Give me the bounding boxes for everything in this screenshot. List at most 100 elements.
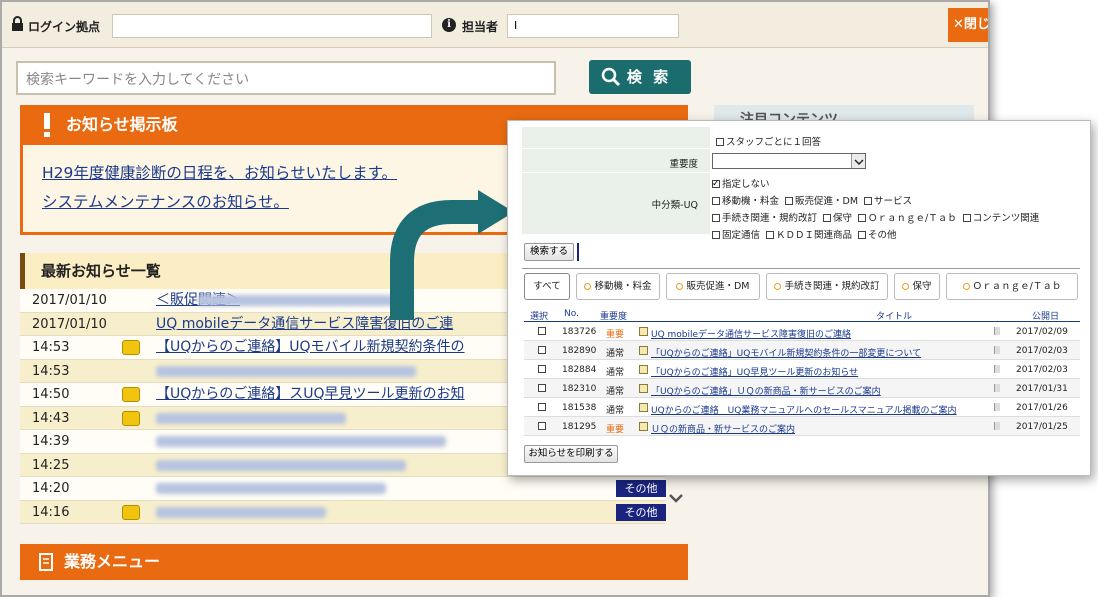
col-title[interactable]: タイトル	[876, 309, 912, 322]
category-checkbox[interactable]: 固定通信	[712, 230, 760, 241]
row-date: 2017/01/25	[1016, 422, 1068, 432]
tab-5[interactable]: Ｏｒａｎｇｅ/Ｔａｂ	[946, 273, 1078, 300]
table-row: 182890 通常 「UQからのご連絡」UQモバイル新規契約条件の一部変更について 2…	[524, 341, 1080, 360]
row-checkbox[interactable]	[538, 327, 546, 335]
search-button[interactable]: 検 索	[589, 60, 691, 94]
tab-3[interactable]: 手続き関連・規約改訂	[766, 273, 888, 300]
staff-option-row: スタッフごとに１回答	[522, 127, 1080, 149]
category-tag: その他	[616, 480, 666, 497]
document-icon	[639, 365, 648, 374]
category-checkbox[interactable]: 手続き関連・規約改訂	[712, 213, 817, 224]
row-date: 2017/02/03	[1016, 365, 1068, 375]
blurred-title	[156, 483, 386, 494]
table-row: 181538 通常 UQからのご連絡 UQ業務マニュアルへのセールスマニュアル掲載の…	[524, 398, 1080, 417]
flag-icon	[994, 365, 1000, 373]
category-checkbox[interactable]: 移動機・料金	[712, 196, 779, 207]
news-row[interactable]: 14:20 その他	[20, 477, 666, 501]
news-title[interactable]: 【UQからのご連絡】UQモバイル新規契約条件の	[156, 336, 465, 360]
tab-0[interactable]: すべて	[524, 273, 570, 300]
blurred-title	[198, 295, 398, 306]
category-checkbox[interactable]: その他	[858, 230, 897, 241]
tab-4[interactable]: 保守	[894, 273, 940, 300]
importance-select[interactable]	[712, 153, 866, 169]
login-bar: ログイン拠点 i 担当者 I ✕閉じ	[2, 2, 988, 48]
row-no: 182310	[562, 384, 597, 394]
search-icon	[601, 67, 621, 87]
news-time: 14:39	[32, 434, 70, 449]
news-time: 2017/01/10	[32, 316, 107, 332]
news-row[interactable]: 14:16 その他	[20, 500, 666, 524]
row-checkbox[interactable]	[538, 365, 546, 373]
login-label: ログイン拠点	[28, 20, 101, 34]
row-checkbox[interactable]	[538, 403, 546, 411]
category-checkbox[interactable]: 保守	[823, 213, 852, 224]
row-importance: 重要	[606, 425, 625, 435]
login-field[interactable]	[112, 14, 432, 38]
tab-1[interactable]: 移動機・料金	[576, 273, 660, 300]
col-date[interactable]: 公開日	[1032, 309, 1059, 322]
row-title-link[interactable]: UQからのご連絡 UQ業務マニュアルへのセールスマニュアル掲載のご案内	[651, 403, 957, 416]
close-button[interactable]: ✕閉じ	[948, 8, 988, 42]
importance-row: 重要度	[522, 149, 1080, 173]
news-time: 14:16	[32, 504, 70, 520]
row-title-link[interactable]: UQ mobileデータ通信サービス障害復旧のご連絡	[651, 327, 851, 340]
exclamation-icon	[44, 113, 50, 137]
info-icon: i	[442, 18, 456, 32]
category-checkbox[interactable]: ＫＤＤＩ関連商品	[766, 230, 852, 241]
mail-badge-icon	[122, 410, 140, 426]
blurred-title	[156, 506, 326, 518]
row-title-link[interactable]: 「UQからのご連絡」ＵＱの新商品・新サービスのご案内	[651, 384, 881, 397]
row-checkbox[interactable]	[538, 422, 546, 430]
category-checkbox[interactable]: コンテンツ関連	[962, 213, 1039, 224]
blurred-title	[156, 365, 416, 377]
row-no: 182884	[562, 365, 597, 375]
row-importance: 重要	[606, 330, 625, 340]
category-tabs: すべて 移動機・料金 販売促進・DM 手続き関連・規約改訂 保守 Ｏｒａｎｇｅ/Ｔａｂ	[524, 273, 1080, 301]
divider	[522, 268, 1080, 269]
search-input[interactable]: 検索キーワードを入力してください	[16, 61, 556, 95]
tab-2[interactable]: 販売促進・DM	[666, 273, 760, 300]
category-checkbox[interactable]: 指定しない	[712, 177, 770, 191]
chevron-down-icon[interactable]	[666, 488, 686, 508]
table-header: 選択 No. 重要度 タイトル 公開日	[524, 307, 1080, 322]
news-time: 14:53	[32, 340, 70, 355]
col-select[interactable]: 選択	[530, 309, 548, 322]
table-row: 181295 重要 ＵＱの新商品・新サービスのご案内 2017/01/25	[524, 417, 1080, 436]
category-checkbox[interactable]: 販売促進・DM	[785, 196, 858, 207]
circle-icon	[584, 283, 592, 290]
flag-icon	[994, 327, 1000, 335]
staff-option-checkbox[interactable]: スタッフごとに１回答	[716, 137, 821, 148]
importance-label: 重要度	[669, 159, 698, 170]
blurred-title	[156, 459, 406, 471]
notice-search-dialog: スタッフごとに１回答 重要度 中分類-UQ 指定しない移動機・料金販売促進・DM…	[507, 120, 1091, 476]
row-date: 2017/02/03	[1016, 346, 1068, 356]
news-time: 14:53	[32, 363, 70, 379]
news-title[interactable]: 【UQからのご連絡】スUQ早見ツール更新のお知	[156, 383, 465, 407]
print-button[interactable]: お知らせを印刷する	[524, 445, 618, 463]
lock-icon	[12, 16, 23, 31]
category-row: 中分類-UQ 指定しない移動機・料金販売促進・DM サービス手続き関連・規約改訂保…	[522, 173, 1080, 241]
dialog-search-button[interactable]: 検索する	[524, 243, 574, 261]
category-checkbox[interactable]: サービス	[864, 196, 912, 207]
row-checkbox[interactable]	[538, 346, 546, 354]
news-time: 14:43	[32, 410, 70, 426]
document-icon	[639, 327, 648, 336]
category-checkbox[interactable]: Ｏｒａｎｇｅ/Ｔａｂ	[858, 213, 957, 224]
row-checkbox[interactable]	[538, 384, 546, 392]
row-importance: 通常	[606, 349, 625, 359]
news-time: 14:20	[32, 481, 70, 496]
category-options: 指定しない移動機・料金販売促進・DM サービス手続き関連・規約改訂保守 Ｏｒａｎｇｅ…	[710, 173, 1080, 241]
person-field[interactable]: I	[507, 14, 679, 38]
flag-icon	[994, 422, 1000, 430]
row-title-link[interactable]: 「UQからのご連絡」UQ早見ツール更新のお知らせ	[651, 365, 858, 378]
row-title-link[interactable]: ＵＱの新商品・新サービスのご案内	[651, 422, 795, 435]
row-date: 2017/01/26	[1016, 403, 1068, 413]
mail-badge-icon	[122, 504, 140, 520]
document-icon	[639, 384, 648, 393]
col-no[interactable]: No.	[564, 309, 579, 319]
circle-icon	[962, 283, 970, 290]
col-importance[interactable]: 重要度	[600, 309, 627, 322]
circle-icon	[774, 283, 782, 290]
category-label: 中分類-UQ	[651, 200, 698, 211]
row-title-link[interactable]: 「UQからのご連絡」UQモバイル新規契約条件の一部変更について	[651, 346, 921, 359]
